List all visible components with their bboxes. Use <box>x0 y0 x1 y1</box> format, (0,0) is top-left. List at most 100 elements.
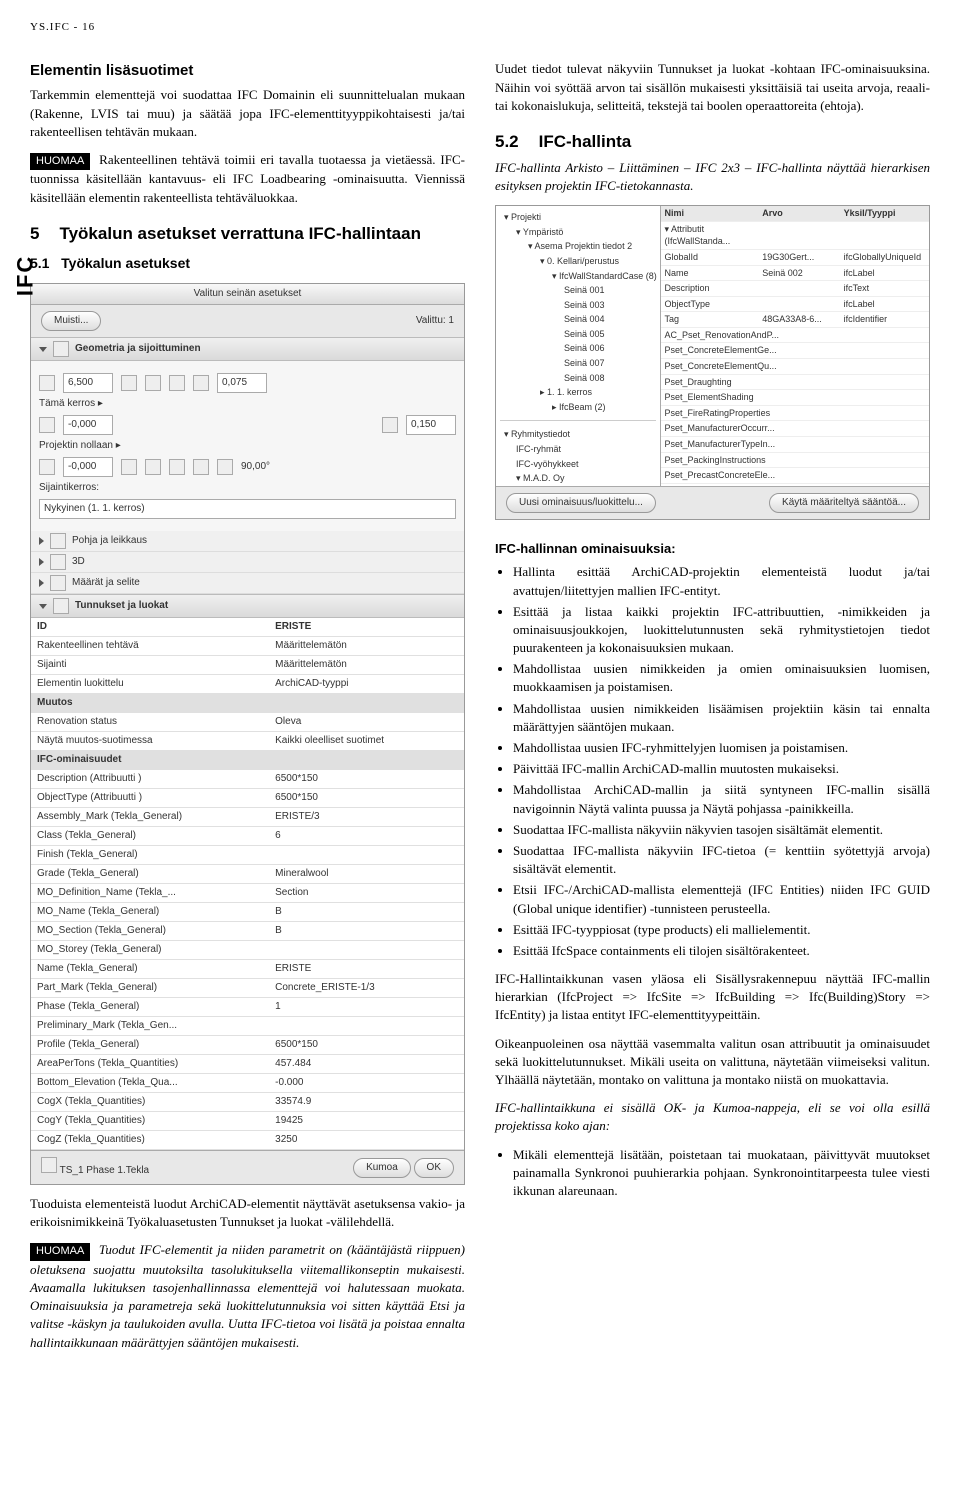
ok-button[interactable]: OK <box>414 1158 454 1178</box>
geom-section-header[interactable]: Geometria ja sijoittuminen <box>31 337 464 361</box>
list-item: Mikäli elementtejä lisätään, poistetaan … <box>513 1146 930 1201</box>
table-row[interactable]: MO_Storey (Tekla_General) <box>31 941 464 960</box>
tree-item[interactable]: Seinä 001 <box>500 283 656 298</box>
shape4-icon[interactable] <box>193 459 209 475</box>
hierarchy-tree[interactable]: ▾ Projekti▾ Ympäristö▾ Asema Projektin t… <box>496 206 661 486</box>
prop-row[interactable]: Pset_PackingInstructions <box>661 453 929 469</box>
table-row[interactable]: IFC-ominaisuudet <box>31 751 464 770</box>
thickness-input[interactable]: 0,075 <box>217 373 267 393</box>
disclosure-icon <box>39 579 44 587</box>
layers3-icon[interactable] <box>169 375 185 391</box>
para-r1: Uudet tiedot tulevat näkyviin Tunnukset … <box>495 60 930 115</box>
table-row[interactable]: Phase (Tekla_General)1 <box>31 998 464 1017</box>
tree-item[interactable]: Seinä 006 <box>500 341 656 356</box>
layers-icon[interactable] <box>121 375 137 391</box>
tree-item[interactable]: ▾ IfcWallStandardCase (8) <box>500 269 656 284</box>
tree-item[interactable]: ▾ Asema Projektin tiedot 2 <box>500 239 656 254</box>
prop-row[interactable]: GlobalId19G30Gert...ifcGloballyUniqueId <box>661 250 929 266</box>
table-row[interactable]: MO_Definition_Name (Tekla_...Section <box>31 884 464 903</box>
table-row[interactable]: Preliminary_Mark (Tekla_Gen... <box>31 1017 464 1036</box>
prop-row[interactable]: DescriptionifcText <box>661 281 929 297</box>
prop-row[interactable]: Pset_ElementShading <box>661 390 929 406</box>
tree-item[interactable]: IFC-ryhmät <box>500 442 656 457</box>
prop-row[interactable]: Pset_ProductRequirements <box>661 484 929 486</box>
new-property-button[interactable]: Uusi ominaisuus/luokittelu... <box>506 493 656 513</box>
table-row[interactable]: Muutos <box>31 694 464 713</box>
prop-row[interactable]: Pset_PrecastConcreteEle... <box>661 468 929 484</box>
table-row[interactable]: ObjectType (Attribuutti )6500*150 <box>31 789 464 808</box>
prop-row[interactable]: ObjectTypeifcLabel <box>661 297 929 313</box>
prop-row[interactable]: ▾ Attributit (IfcWallStanda... <box>661 222 929 250</box>
elev-input[interactable]: -0,000 <box>63 415 113 435</box>
tree-item[interactable]: Seinä 004 <box>500 312 656 327</box>
tree-item[interactable]: ▸ IfcBeam (2) <box>500 400 656 415</box>
shape1-icon[interactable] <box>121 459 137 475</box>
properties-panel[interactable]: Nimi Arvo Yksil/Tyyppi ▾ Attributit (Ifc… <box>661 206 929 486</box>
table-row[interactable]: Class (Tekla_General)6 <box>31 827 464 846</box>
huomaa-2: HUOMAA Tuodut IFC-elementit ja niiden pa… <box>30 1241 465 1351</box>
prop-row[interactable]: Pset_ConcreteElementQu... <box>661 359 929 375</box>
table-row[interactable]: CogY (Tekla_Quantities)19425 <box>31 1112 464 1131</box>
table-row[interactable]: Description (Attribuutti )6500*150 <box>31 770 464 789</box>
row-pohja[interactable]: Pohja ja leikkaus <box>31 531 464 552</box>
row-maarat[interactable]: Määrät ja selite <box>31 573 464 594</box>
table-row[interactable]: Finish (Tekla_General) <box>31 846 464 865</box>
tree-item[interactable]: ▾ M.A.D. Oy <box>500 471 656 486</box>
table-row[interactable]: CogX (Tekla_Quantities)33574.9 <box>31 1093 464 1112</box>
table-row[interactable]: Assembly_Mark (Tekla_General)ERISTE/3 <box>31 808 464 827</box>
prop-row[interactable]: AC_Pset_RenovationAndP... <box>661 328 929 344</box>
table-row[interactable]: Name (Tekla_General)ERISTE <box>31 960 464 979</box>
table-row[interactable]: AreaPerTons (Tekla_Quantities)457.484 <box>31 1055 464 1074</box>
prop-row[interactable]: Pset_ManufacturerOccurr... <box>661 421 929 437</box>
prop-row[interactable]: Pset_FireRatingProperties <box>661 406 929 422</box>
tree-item[interactable]: Seinä 005 <box>500 327 656 342</box>
shape3-icon[interactable] <box>169 459 185 475</box>
table-row[interactable]: MO_Name (Tekla_General)B <box>31 903 464 922</box>
muisti-button[interactable]: Muisti... <box>41 311 101 331</box>
list-item: Suodattaa IFC-mallista näkyviin näkyvien… <box>513 821 930 839</box>
tree-item[interactable]: Seinä 007 <box>500 356 656 371</box>
prop-row[interactable]: Tag48GA33A8-6...ifcIdentifier <box>661 312 929 328</box>
apply-rule-button[interactable]: Käytä määriteltyä sääntöä... <box>769 493 919 513</box>
prop-row[interactable]: Pset_Draughting <box>661 375 929 391</box>
table-row[interactable]: Elementin luokitteluArchiCAD-tyyppi <box>31 675 464 694</box>
prop-row[interactable]: Pset_ConcreteElementGe... <box>661 343 929 359</box>
story-select[interactable]: Nykyinen (1. 1. kerros) <box>39 499 456 519</box>
layer-select[interactable]: TS_1 Phase 1.Tekla <box>41 1157 149 1178</box>
properties-table: ID ERISTE Rakenteellinen tehtäväMääritte… <box>31 618 464 1150</box>
height-input[interactable]: 6,500 <box>63 373 113 393</box>
elev2-input[interactable]: -0,000 <box>63 457 113 477</box>
tree-item[interactable]: ▾ Ympäristö <box>500 225 656 240</box>
tama-kerros-label[interactable]: Tämä kerros ▸ <box>39 397 103 411</box>
table-row[interactable]: MO_Section (Tekla_General)B <box>31 922 464 941</box>
table-row[interactable]: Part_Mark (Tekla_General)Concrete_ERISTE… <box>31 979 464 998</box>
offset-input[interactable]: 0,150 <box>406 415 456 435</box>
table-row[interactable]: SijaintiMäärittelemätön <box>31 656 464 675</box>
tree-item[interactable]: ▸ 1. 1. kerros <box>500 385 656 400</box>
table-row[interactable]: Rakenteellinen tehtäväMäärittelemätön <box>31 637 464 656</box>
tree-item[interactable]: ▾ 0. Kellari/perustus <box>500 254 656 269</box>
section-elementin-title: Elementin lisäsuotimet <box>30 60 465 81</box>
table-row[interactable]: Bottom_Elevation (Tekla_Qua...-0.000 <box>31 1074 464 1093</box>
row-3d[interactable]: 3D <box>31 552 464 573</box>
tree-item[interactable]: ▾ Ryhmitystiedot <box>500 427 656 442</box>
table-row[interactable]: CogZ (Tekla_Quantities)3250 <box>31 1131 464 1150</box>
table-row[interactable]: Grade (Tekla_General)Mineralwool <box>31 865 464 884</box>
screenshot-tool-settings: Valitun seinän asetukset Muisti... Valit… <box>30 283 465 1185</box>
tree-item[interactable]: Seinä 003 <box>500 298 656 313</box>
table-row[interactable]: Profile (Tekla_General)6500*150 <box>31 1036 464 1055</box>
layers2-icon[interactable] <box>145 375 161 391</box>
prop-row[interactable]: Pset_ManufacturerTypeIn... <box>661 437 929 453</box>
proj-nollaan-label[interactable]: Projektin nollaan ▸ <box>39 439 121 453</box>
disclosure-icon[interactable] <box>39 347 47 352</box>
tree-item[interactable]: Seinä 008 <box>500 371 656 386</box>
tree-item[interactable]: IFC-vyöhykkeet <box>500 457 656 472</box>
wall-icon <box>53 341 69 357</box>
kumoa-button[interactable]: Kumoa <box>353 1158 411 1178</box>
table-row[interactable]: Renovation statusOleva <box>31 713 464 732</box>
prop-row[interactable]: NameSeinä 002ifcLabel <box>661 266 929 282</box>
row-tunnukset[interactable]: Tunnukset ja luokat <box>31 594 464 618</box>
shape2-icon[interactable] <box>145 459 161 475</box>
table-row[interactable]: Näytä muutos-suotimessaKaikki oleelliset… <box>31 732 464 751</box>
tree-item[interactable]: ▾ Projekti <box>500 210 656 225</box>
